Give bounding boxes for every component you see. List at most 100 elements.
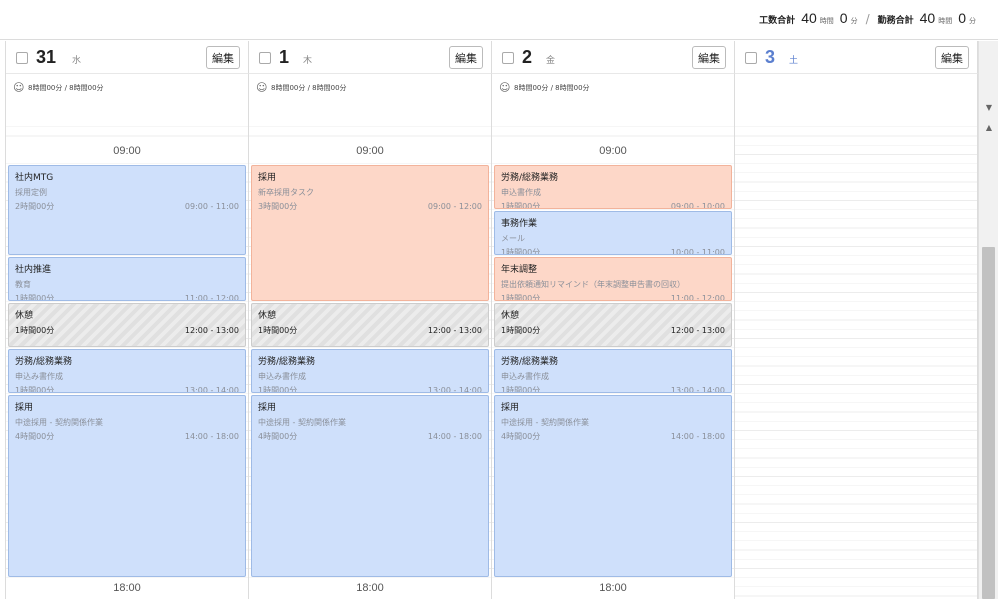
event-subtitle: 中途採用 - 契約関係作業 bbox=[15, 418, 103, 427]
event-title: 労務/総務業務 bbox=[258, 357, 316, 367]
day-hours-summary: 8時間00分 / 8時間00分 bbox=[514, 84, 590, 92]
event-card[interactable]: 社内MTG 採用定例 2時間00分 09:00 - 11:00 bbox=[8, 165, 246, 255]
event-title: 労務/総務業務 bbox=[501, 357, 559, 367]
event-meta: 1時間00分 10:00 - 11:00 bbox=[501, 247, 725, 255]
event-card[interactable]: 労務/総務業務 申込み書作成 1時間00分 13:00 - 14:00 bbox=[494, 349, 732, 393]
event-duration: 1時間00分 bbox=[15, 294, 55, 301]
event-subtitle: 申込書作成 bbox=[501, 188, 541, 197]
event-card[interactable]: 採用中途採用 - 契約関係作業 4時間00分 14:00 - 18:00 bbox=[8, 395, 246, 577]
event-time-range: 09:00 - 11:00 bbox=[184, 202, 239, 211]
event-card[interactable]: 採用 中途採用 - 契約関係作業 4時間00分 14:00 - 18:00 bbox=[494, 395, 732, 577]
event-title: 社内推進 bbox=[15, 265, 52, 275]
totals-summary: 工数合計 40 時間 0 分 / 勤務合計 40 時間 0 分 bbox=[759, 10, 982, 26]
edit-button[interactable]: 編集 bbox=[206, 46, 240, 69]
scroll-thumb[interactable] bbox=[982, 247, 995, 599]
time-label-end: 18:00 bbox=[492, 579, 734, 597]
event-title: 採用 bbox=[258, 173, 277, 183]
time-label-end: 18:00 bbox=[6, 579, 248, 597]
event-meta: 1時間00分 12:00 - 13:00 bbox=[501, 325, 725, 336]
hours-unit: 時間 bbox=[819, 17, 834, 25]
event-title: 休憩 bbox=[15, 311, 34, 321]
day-select-checkbox[interactable] bbox=[16, 52, 28, 64]
event-meta: 1時間00分 11:00 - 12:00 bbox=[501, 293, 725, 301]
event-card[interactable]: 社内推進教育 1時間00分 11:00 - 12:00 bbox=[8, 257, 246, 301]
day-number: 1 bbox=[279, 47, 290, 67]
event-time-range: 11:00 - 12:00 bbox=[184, 294, 239, 301]
event-duration: 1時間00分 bbox=[258, 326, 298, 335]
scroll-up-arrow-icon[interactable]: ▲ bbox=[984, 123, 994, 133]
event-meta: 1時間00分 13:00 - 14:00 bbox=[15, 385, 239, 393]
minutes-unit: 分 bbox=[850, 17, 858, 25]
event-card[interactable]: 採用 新卒採用タスク 3時間00分 09:00 - 12:00 bbox=[251, 165, 489, 301]
edit-button[interactable]: 編集 bbox=[935, 46, 969, 69]
day-summary: ☺ 8時間00分 / 8時間00分 bbox=[6, 74, 249, 118]
day-header: 1 木 編集 bbox=[249, 41, 492, 74]
event-duration: 1時間00分 bbox=[15, 386, 55, 393]
scroll-down-arrow-icon[interactable]: ▼ bbox=[984, 103, 994, 113]
top-bar: 工数合計 40 時間 0 分 / 勤務合計 40 時間 0 分 bbox=[0, 0, 998, 40]
day-number: 31 bbox=[36, 47, 57, 67]
day-hours-summary: 8時間00分 / 8時間00分 bbox=[271, 84, 347, 92]
time-label-end: 18:00 bbox=[249, 579, 491, 597]
day-of-week: 土 bbox=[789, 56, 799, 66]
duty-total-minutes: 0 bbox=[958, 10, 966, 26]
break-block[interactable]: 休憩 1時間00分 12:00 - 13:00 bbox=[494, 303, 732, 347]
event-duration: 1時間00分 bbox=[501, 386, 541, 393]
event-card[interactable]: 採用 中途採用 - 契約関係作業 4時間00分 14:00 - 18:00 bbox=[251, 395, 489, 577]
event-subtitle: 申込み書作成 bbox=[258, 372, 306, 381]
day-select-checkbox[interactable] bbox=[259, 52, 271, 64]
totals-separator: / bbox=[865, 12, 870, 26]
event-card[interactable]: 労務/総務業務 申込み書作成 1時間00分 13:00 - 14:00 bbox=[251, 349, 489, 393]
event-time-range: 12:00 - 13:00 bbox=[670, 326, 725, 335]
edit-button[interactable]: 編集 bbox=[692, 46, 726, 69]
event-subtitle: 提出依頼通知リマインド（年末調整申告書の回収） bbox=[501, 280, 685, 289]
event-meta: 1時間00分 13:00 - 14:00 bbox=[258, 385, 482, 392]
event-meta: 1時間00分 11:00 - 12:00 bbox=[15, 293, 239, 301]
event-time-range: 09:00 - 12:00 bbox=[427, 202, 482, 211]
event-subtitle: メール bbox=[501, 234, 525, 243]
event-time-range: 11:00 - 12:00 bbox=[670, 294, 725, 301]
day-summary: ☺ 8時間00分 / 8時間00分 bbox=[492, 74, 735, 118]
event-time-range: 10:00 - 11:00 bbox=[670, 248, 725, 255]
event-duration: 2時間00分 bbox=[15, 202, 55, 211]
day-of-week: 金 bbox=[546, 56, 556, 66]
event-meta: 1時間00分 13:00 - 14:00 bbox=[501, 385, 725, 393]
event-subtitle: 申込み書作成 bbox=[15, 372, 63, 381]
day-select-checkbox[interactable] bbox=[745, 52, 757, 64]
event-card[interactable]: 事務作業 メール 1時間00分 10:00 - 11:00 bbox=[494, 211, 732, 255]
event-title: 採用 bbox=[15, 403, 34, 413]
smile-icon: ☺ bbox=[256, 81, 268, 94]
day-select-checkbox[interactable] bbox=[502, 52, 514, 64]
event-title: 採用 bbox=[501, 403, 520, 413]
work-total-hours: 40 bbox=[801, 10, 817, 26]
event-subtitle: 新卒採用タスク bbox=[258, 188, 314, 197]
work-total-minutes: 0 bbox=[839, 10, 848, 26]
edit-button[interactable]: 編集 bbox=[449, 46, 483, 69]
event-meta: 1時間00分 09:00 - 10:00 bbox=[501, 201, 725, 208]
event-meta: 1時間00分 12:00 - 13:00 bbox=[15, 325, 239, 336]
event-meta: 1時間00分 12:00 - 13:00 bbox=[258, 325, 482, 336]
event-card[interactable]: 労務/総務業務 申込書作成 1時間00分 09:00 - 10:00 bbox=[494, 165, 732, 209]
event-title: 採用 bbox=[258, 403, 277, 413]
time-label-start: 09:00 bbox=[492, 142, 734, 160]
event-card[interactable]: 年末調整 提出依頼通知リマインド（年末調整申告書の回収） 1時間00分 11:00 -… bbox=[494, 257, 732, 301]
work-total-label: 工数合計 bbox=[759, 16, 796, 26]
event-duration: 4時間00分 bbox=[15, 432, 55, 441]
day-of-week: 水 bbox=[72, 56, 82, 66]
event-card[interactable]: 労務/総務業務 申込み書作成 1時間00分 13:00 - 14:00 bbox=[8, 349, 246, 393]
vertical-scrollbar[interactable]: ▼ ▲ bbox=[978, 41, 998, 599]
event-duration: 1時間00分 bbox=[15, 326, 55, 335]
event-subtitle: 教育 bbox=[15, 280, 31, 289]
event-meta: 4時間00分 14:00 - 18:00 bbox=[501, 431, 725, 442]
event-time-range: 14:00 - 18:00 bbox=[427, 432, 482, 441]
time-label-start: 09:00 bbox=[6, 142, 248, 160]
event-title: 休憩 bbox=[258, 311, 277, 321]
event-title: 労務/総務業務 bbox=[501, 173, 559, 183]
day-of-week: 木 bbox=[303, 56, 313, 66]
day-hours-summary: 8時間00分 / 8時間00分 bbox=[28, 84, 104, 92]
event-meta: 4時間00分 14:00 - 18:00 bbox=[15, 431, 239, 442]
time-label-start: 09:00 bbox=[249, 142, 491, 160]
break-block[interactable]: 休憩 1時間00分 12:00 - 13:00 bbox=[251, 303, 489, 347]
break-block[interactable]: 休憩 1時間00分 12:00 - 13:00 bbox=[8, 303, 246, 347]
day-number: 3 bbox=[765, 47, 776, 67]
